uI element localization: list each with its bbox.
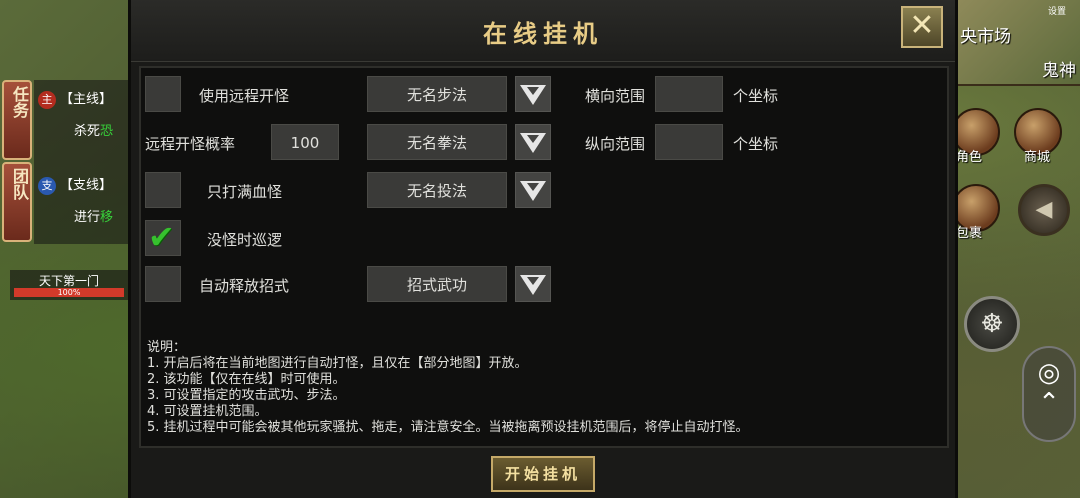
arrow-left-icon[interactable]: ◀ [1018,184,1070,236]
patrol-checkbox[interactable]: ✔ [145,218,181,256]
main-quest-tag: 【主线】 [60,92,113,107]
notes-line: 4. 可设置挂机范围。 [147,404,268,419]
settings-label[interactable]: 设置 [1048,4,1066,17]
notes-heading: 说明： [147,340,187,355]
v-range-unit: 个坐标 [733,135,779,153]
guild-bar[interactable]: 天下第一门 100% [10,270,128,300]
shop-label: 商城 [1024,150,1051,165]
skill-dropdown-button[interactable] [515,266,551,302]
guild-progress-bar: 100% [14,288,124,297]
dialog-title: 在线挂机 [483,19,603,48]
start-auto-battle-button[interactable]: 开始挂机 [491,456,595,492]
v-range-input[interactable] [655,124,723,160]
tab-team-label: 团队 [10,168,29,200]
close-button[interactable]: ✕ [901,6,943,48]
fist-select[interactable]: 无名拳法 [367,124,507,160]
auto-skill-label: 自动释放招式 [199,277,290,295]
role-label: 角色 [956,150,983,165]
notes-line: 3. 可设置指定的攻击武功、步法。 [147,388,346,403]
notes-line: 1. 开启后将在当前地图进行自动打怪，且仅在【部分地图】开放。 [147,356,528,371]
settings-panel: 使用远程开怪 无名步法 横向范围 个坐标 远程开怪概率 100 无名拳法 纵向范… [139,66,949,448]
notes-line: 2. 该功能【仅在在线】时可使用。 [147,372,346,387]
tab-team[interactable]: 团队 [2,162,32,242]
remote-rate-input[interactable]: 100 [271,124,339,160]
dialog-title-bar: 在线挂机 ✕ [131,0,955,62]
side-quest-header[interactable]: 支【支线】 [38,174,112,195]
h-range-input[interactable] [655,76,723,112]
notes-line: 5. 挂机过程中可能会被其他玩家骚扰、拖走，请注意安全。当被拖离预设挂机范围后，… [147,420,749,435]
fist-dropdown-button[interactable] [515,124,551,160]
bag-label: 包裹 [956,226,983,241]
step-select[interactable]: 无名步法 [367,76,507,112]
full-hp-only-checkbox[interactable] [145,172,181,208]
meditate-icon[interactable]: ☸ [964,296,1020,352]
skill-select[interactable]: 招式武功 [367,266,507,302]
game-screen: 任务 团队 主【主线】 杀死恐 支【支线】 进行移 天下第一门 100% 设置 … [0,0,1080,498]
side-quest-desc[interactable]: 进行移 [74,206,113,225]
throw-dropdown-button[interactable] [515,172,551,208]
auto-battle-dialog: 在线挂机 ✕ 使用远程开怪 无名步法 横向范围 个坐标 远程开怪概率 100 无… [128,0,958,498]
remote-rate-label: 远程开怪概率 [145,135,236,153]
remote-attack-label: 使用远程开怪 [199,87,290,105]
remote-attack-checkbox[interactable] [145,76,181,112]
h-range-label: 横向范围 [585,87,646,105]
guild-progress-text: 100% [57,288,81,297]
left-hud: 任务 团队 主【主线】 杀死恐 支【支线】 进行移 天下第一门 100% [0,0,130,498]
v-range-label: 纵向范围 [585,135,646,153]
h-range-unit: 个坐标 [733,87,779,105]
tab-task-label: 任务 [10,86,29,118]
close-icon: ✕ [909,8,935,43]
minimap[interactable]: 设置 央市场 鬼神 [954,0,1080,86]
main-quest-header[interactable]: 主【主线】 [38,88,112,109]
joystick-up-button[interactable]: ◎ ⌃ [1022,346,1076,442]
right-hud: 设置 央市场 鬼神 角色 商城 包裹 ◀ ☸ ◎ ⌃ [950,0,1080,498]
map-region-label: 鬼神 [1042,61,1076,81]
side-quest-tag: 【支线】 [60,178,113,193]
instructions: 说明： 1. 开启后将在当前地图进行自动打怪，且仅在【部分地图】开放。 2. 该… [147,340,937,436]
quest-panel[interactable]: 主【主线】 杀死恐 支【支线】 进行移 [34,80,130,244]
main-quest-desc-text: 杀死 [74,124,101,139]
main-quest-badge: 主 [38,91,56,109]
checkmark-icon: ✔ [148,218,175,256]
guild-name: 天下第一门 [38,274,99,288]
main-quest-desc[interactable]: 杀死恐 [74,120,113,139]
side-quest-desc-text: 进行 [74,210,101,225]
side-quest-desc-highlight: 移 [100,210,114,225]
side-quest-badge: 支 [38,177,56,195]
step-dropdown-button[interactable] [515,76,551,112]
auto-skill-checkbox[interactable] [145,266,181,302]
throw-select[interactable]: 无名投法 [367,172,507,208]
main-quest-desc-highlight: 恐 [100,124,114,139]
patrol-label: 没怪时巡逻 [207,231,283,249]
map-location-label: 央市场 [960,27,1011,47]
full-hp-only-label: 只打满血怪 [207,183,283,201]
tab-task[interactable]: 任务 [2,80,32,160]
